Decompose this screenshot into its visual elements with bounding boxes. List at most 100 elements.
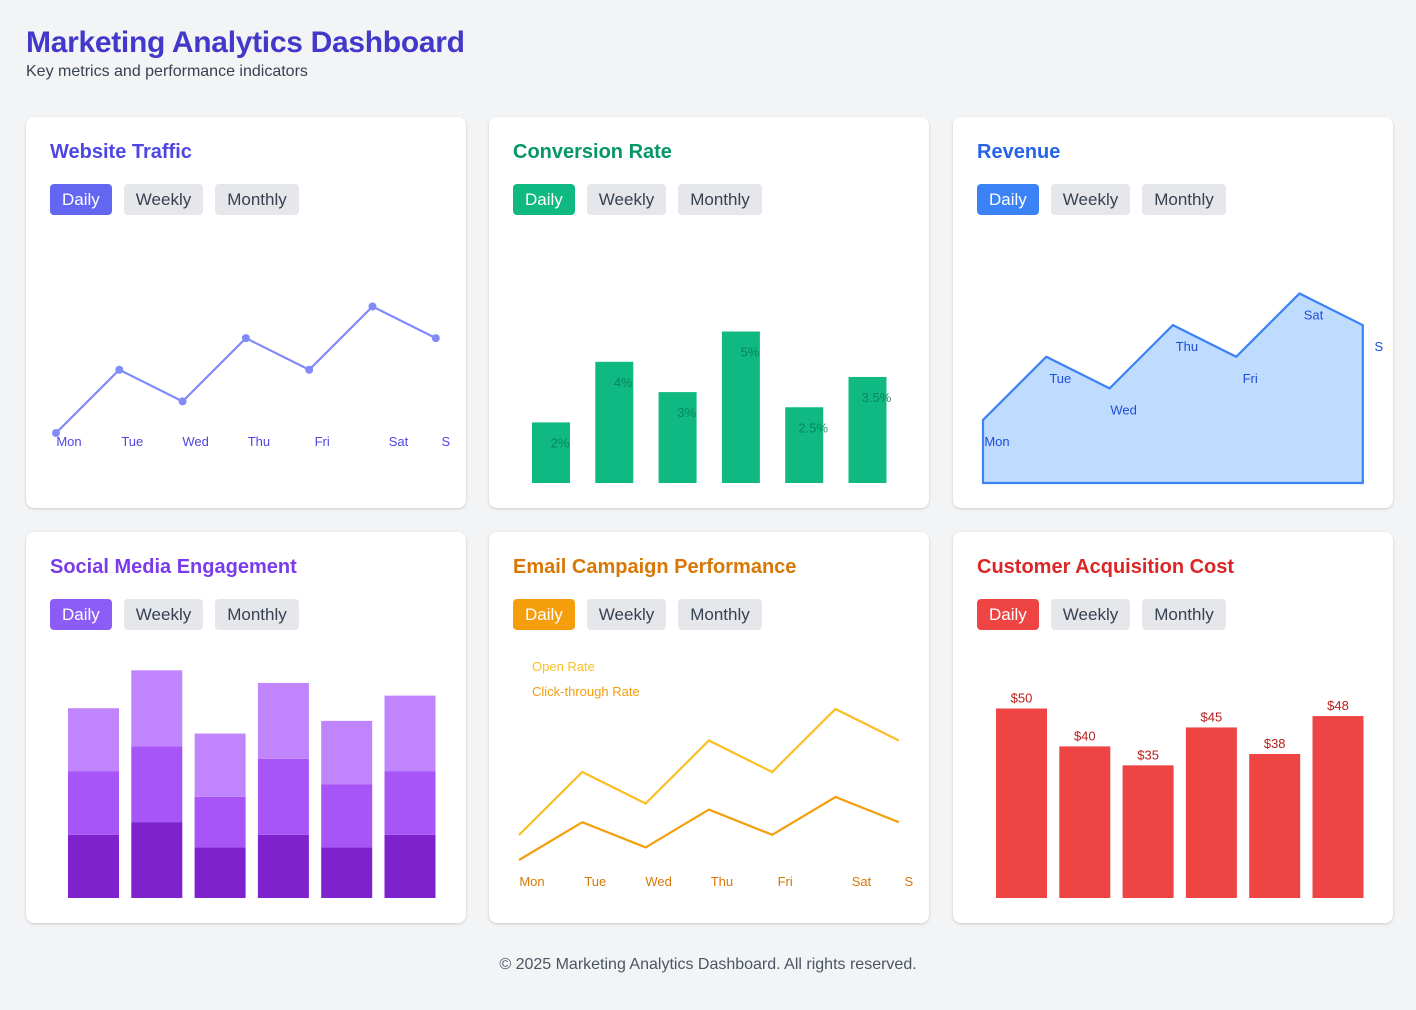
cac-bar bbox=[1122, 765, 1174, 898]
social-bar-segment bbox=[257, 758, 309, 835]
x-tick-label: Sat bbox=[389, 434, 409, 449]
period-button-weekly[interactable]: Weekly bbox=[586, 599, 667, 630]
period-selector: Daily Weekly Monthly bbox=[977, 599, 1226, 630]
conversion-rate-chart: 2% 4% 3% 5% 2.5% 3.5% bbox=[532, 331, 892, 483]
social-bar-segment bbox=[384, 771, 436, 835]
x-tick-label: Sat bbox=[1304, 308, 1324, 323]
social-bar-segment bbox=[131, 746, 183, 823]
website-traffic-card: Website Traffic Mon Tue Wed Thu Fri Sat S Dail… bbox=[26, 117, 466, 508]
conversion-rate-card: Conversion Rate 2% 4% 3% 5% 2.5% 3.5% Daily We… bbox=[489, 117, 929, 508]
page-header: Marketing Analytics Dashboard Key metric… bbox=[26, 24, 465, 81]
social-media-chart bbox=[68, 670, 436, 898]
cac-bar bbox=[1185, 727, 1237, 898]
x-tick-label: Sat bbox=[852, 874, 872, 889]
email-campaign-card: Email Campaign Performance Open Rate Clic… bbox=[489, 532, 929, 923]
x-tick-label: Thu bbox=[248, 434, 270, 449]
traffic-line bbox=[55, 305, 437, 434]
period-button-monthly[interactable]: Monthly bbox=[1142, 599, 1226, 630]
traffic-point bbox=[178, 397, 187, 406]
traffic-point bbox=[431, 334, 440, 343]
bar-value-label: 3.5% bbox=[862, 390, 892, 405]
period-selector: Daily Weekly Monthly bbox=[513, 599, 762, 630]
social-bar-segment bbox=[321, 784, 373, 848]
bar-value-label: $48 bbox=[1327, 698, 1349, 713]
period-selector: Daily Weekly Monthly bbox=[513, 184, 762, 215]
revenue-chart: Mon Tue Wed Thu Fri Sat S bbox=[981, 292, 1383, 485]
bar-value-label: $38 bbox=[1264, 736, 1286, 751]
page-subtitle: Key metrics and performance indicators bbox=[26, 63, 308, 80]
period-button-daily[interactable]: Daily bbox=[513, 184, 575, 215]
email-line-click-through-rate bbox=[518, 795, 900, 861]
x-tick-label: Tue bbox=[1049, 371, 1071, 386]
bar-value-label: 4% bbox=[614, 375, 633, 390]
social-bar-segment bbox=[194, 733, 246, 797]
traffic-point bbox=[368, 302, 377, 311]
bar-value-label: 3% bbox=[677, 405, 696, 420]
period-button-monthly[interactable]: Monthly bbox=[678, 184, 762, 215]
x-tick-label: S bbox=[1374, 339, 1383, 354]
traffic-point bbox=[115, 365, 124, 374]
email-campaign-chart: Open Rate Click-through Rate Mon Tue Wed Thu F… bbox=[518, 659, 913, 889]
period-button-monthly[interactable]: Monthly bbox=[678, 599, 762, 630]
bar-value-label: 5% bbox=[741, 345, 760, 360]
x-tick-label: Thu bbox=[711, 874, 733, 889]
x-tick-label: Mon bbox=[519, 874, 544, 889]
email-line-open-rate bbox=[518, 707, 900, 836]
social-bar-segment bbox=[131, 670, 183, 747]
social-bar-segment bbox=[384, 695, 436, 772]
period-button-daily[interactable]: Daily bbox=[50, 599, 112, 630]
period-button-monthly[interactable]: Monthly bbox=[1142, 184, 1226, 215]
period-button-daily[interactable]: Daily bbox=[977, 184, 1039, 215]
period-button-weekly[interactable]: Weekly bbox=[586, 184, 667, 215]
cac-bar bbox=[1059, 746, 1111, 898]
x-tick-label: S bbox=[441, 434, 450, 449]
bar-value-label: $35 bbox=[1137, 747, 1159, 762]
bar-value-label: 2.5% bbox=[798, 420, 828, 435]
x-tick-label: Wed bbox=[645, 874, 672, 889]
period-button-weekly[interactable]: Weekly bbox=[123, 184, 204, 215]
bar-value-label: $45 bbox=[1201, 709, 1223, 724]
legend-label: Click-through Rate bbox=[532, 684, 640, 699]
page-title: Marketing Analytics Dashboard bbox=[26, 26, 465, 59]
x-tick-label: Thu bbox=[1176, 339, 1198, 354]
x-tick-label: Mon bbox=[56, 434, 81, 449]
social-bar-segment bbox=[257, 682, 309, 759]
social-media-card: Social Media Engagement Daily Weekly Month… bbox=[26, 532, 466, 923]
traffic-point bbox=[305, 365, 314, 374]
x-tick-label: Tue bbox=[584, 874, 606, 889]
x-tick-label: Fri bbox=[778, 874, 793, 889]
period-button-monthly[interactable]: Monthly bbox=[215, 599, 299, 630]
social-bar-segment bbox=[194, 796, 246, 848]
social-bar-segment bbox=[194, 847, 246, 898]
social-bar-segment bbox=[384, 834, 436, 898]
period-button-daily[interactable]: Daily bbox=[50, 184, 112, 215]
period-button-daily[interactable]: Daily bbox=[977, 599, 1039, 630]
traffic-point bbox=[241, 334, 250, 343]
social-bar-segment bbox=[68, 834, 119, 898]
x-tick-label: Wed bbox=[182, 434, 209, 449]
period-button-daily[interactable]: Daily bbox=[513, 599, 575, 630]
cac-bar bbox=[1249, 753, 1301, 898]
cac-bar bbox=[1312, 716, 1364, 898]
period-selector: Daily Weekly Monthly bbox=[50, 599, 299, 630]
social-bar-segment bbox=[68, 771, 119, 835]
period-selector: Daily Weekly Monthly bbox=[50, 184, 299, 215]
x-tick-label: Mon bbox=[984, 434, 1009, 449]
conversion-bar bbox=[532, 422, 570, 483]
cac-bar bbox=[996, 708, 1047, 898]
period-button-weekly[interactable]: Weekly bbox=[123, 599, 204, 630]
footer-copyright: © 2025 Marketing Analytics Dashboard. Al… bbox=[499, 956, 917, 973]
period-button-weekly[interactable]: Weekly bbox=[1050, 599, 1131, 630]
social-bar-segment bbox=[131, 822, 183, 898]
period-button-monthly[interactable]: Monthly bbox=[215, 184, 299, 215]
x-tick-label: Wed bbox=[1110, 402, 1137, 417]
x-tick-label: Fri bbox=[315, 434, 330, 449]
social-bar-segment bbox=[68, 708, 119, 772]
period-button-weekly[interactable]: Weekly bbox=[1050, 184, 1131, 215]
social-bar-segment bbox=[257, 834, 309, 898]
bar-value-label: 2% bbox=[551, 435, 570, 450]
bar-value-label: $50 bbox=[1011, 691, 1033, 706]
customer-acquisition-cost-chart: $50 $40 $35 $45 $38 $48 bbox=[996, 691, 1364, 898]
conversion-bar bbox=[785, 407, 824, 483]
customer-acquisition-cost-card: Customer Acquisition Cost $50 $40 $35 $45 $3… bbox=[953, 532, 1393, 923]
